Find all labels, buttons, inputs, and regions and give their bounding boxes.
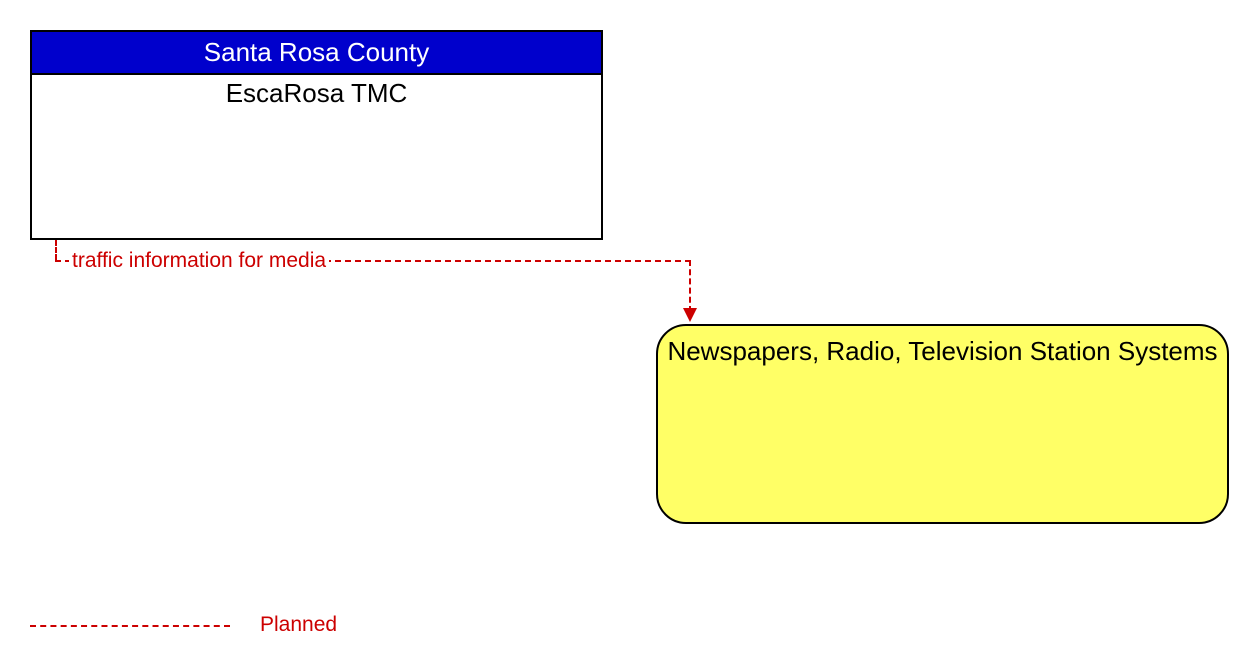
connector-line-segment (55, 240, 57, 260)
target-entity-box: Newspapers, Radio, Television Station Sy… (656, 324, 1229, 524)
legend-line-icon (30, 625, 230, 627)
flow-label: traffic information for media (69, 249, 329, 273)
arrow-head-icon (683, 308, 697, 322)
legend-planned-label: Planned (260, 613, 337, 637)
connector-line-segment (689, 260, 691, 312)
source-entity-title: EscaRosa TMC (32, 75, 601, 109)
source-entity-header: Santa Rosa County (32, 32, 601, 75)
source-entity-box: Santa Rosa County EscaRosa TMC (30, 30, 603, 240)
